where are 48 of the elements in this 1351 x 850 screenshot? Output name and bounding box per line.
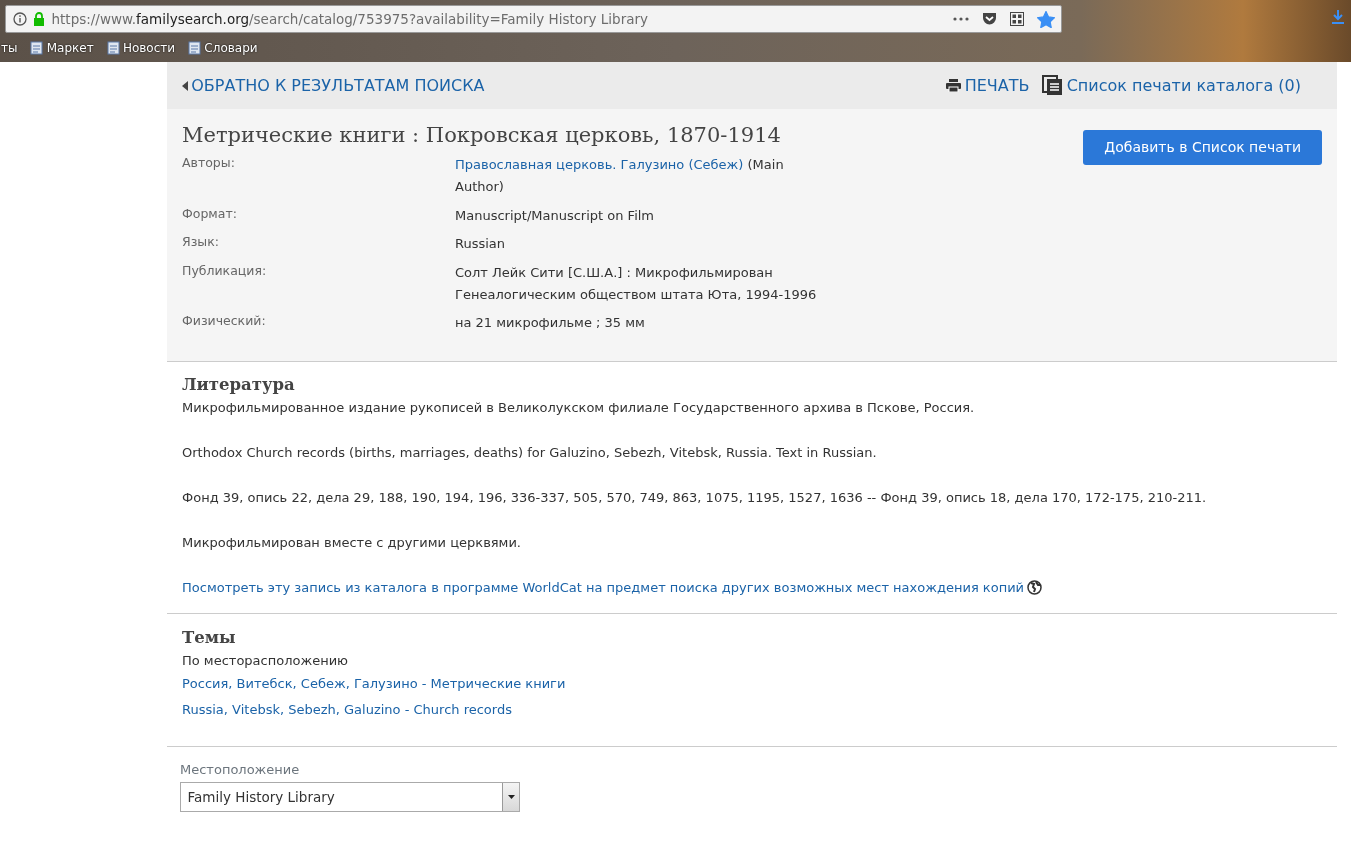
subject-link[interactable]: Russia, Vitebsk, Sebezh, Galuzino - Church records — [182, 702, 512, 718]
bookmark-link[interactable]: Словари — [188, 39, 258, 58]
field-value: Russian — [455, 235, 507, 254]
bookmark-link[interactable]: Новости — [106, 39, 176, 58]
back-link[interactable]: ОБРАТНО К РЕЗУЛЬТАТАМ ПОИСКА — [182, 73, 485, 98]
page-icon — [106, 41, 120, 56]
note-text: Фонд 39, опись 22, дела 29, 188, 190, 194, 196, 336-337, 505, 570, 749, 863, 1075, 1195, 1527, 1636 -- Фонд 39, опись 18, дела 170, 172-175, 210-211. — [182, 488, 1208, 507]
print-link[interactable]: ПЕЧАТЬ — [946, 73, 1030, 98]
field-label: Авторы: — [182, 154, 236, 173]
field-label: Язык: — [182, 233, 220, 252]
field-value: на 21 микрофильме ; 35 мм — [455, 314, 646, 333]
field-value: Manuscript/Manuscript on Film — [455, 206, 656, 225]
bookmark-link[interactable]: Маркет — [30, 39, 94, 58]
note-text: Микрофильмирован вместе с другими церквями. — [182, 533, 522, 552]
location-select[interactable]: Family History Library — [180, 782, 520, 813]
info-icon[interactable] — [12, 12, 27, 26]
dropdown-arrow-icon — [507, 795, 515, 800]
url-text[interactable]: https://www.familysearch.org/search/catalog/753975?availability=Family History Library — [51, 8, 946, 30]
section-heading: Темы — [182, 628, 237, 649]
field-value: Православная церковь. Галузино (Себеж) (Main Author) — [455, 156, 785, 197]
record-title: Метрические книги : Покровская церковь, 1870-1914 — [182, 123, 782, 149]
page-icon — [30, 41, 44, 56]
field-label: Публикация: — [182, 261, 268, 280]
address-bar[interactable]: https://www.familysearch.org/search/catalog/753975?availability=Family History Library — [5, 5, 1062, 33]
more-icon[interactable] — [952, 17, 969, 21]
printer-icon — [946, 79, 962, 92]
worldcat-link[interactable]: Посмотреть эту запись из каталога в программе WorldCat на предмет поиска других возможных мест нахождения копий — [182, 577, 1043, 598]
shield-icon[interactable] — [981, 12, 997, 26]
location-label: Местоположение — [180, 760, 301, 779]
print-list-link[interactable]: Список печати каталога (0) — [1042, 73, 1301, 98]
grid-icon[interactable] — [1009, 12, 1024, 26]
bookmark-star-icon[interactable] — [1036, 10, 1055, 28]
globe-icon — [1027, 580, 1043, 595]
add-to-print-list-button[interactable]: Добавить в Список печати — [1083, 129, 1322, 165]
field-label: Формат: — [182, 204, 238, 223]
note-text: Orthodox Church records (births, marriages, deaths) for Galuzino, Sebezh, Vitebsk, Russia. Text in Russian. — [182, 443, 878, 462]
bookmark-link[interactable]: ты — [1, 39, 18, 58]
lock-icon — [33, 12, 45, 26]
field-label: Физический: — [182, 312, 267, 331]
subject-category: По месторасположению — [182, 652, 350, 671]
author-link[interactable]: Православная церковь. Галузино (Себеж) — [455, 157, 744, 173]
page-icon — [188, 41, 202, 56]
section-heading: Литература — [182, 374, 296, 395]
subject-link[interactable]: Россия, Витебск, Себеж, Галузино - Метрические книги — [182, 676, 566, 692]
caret-left-icon — [182, 80, 188, 91]
field-value: Солт Лейк Сити [С.Ш.А.] : Микрофильмирован Генеалогическим обществом штата Юта, 1994-1996 — [455, 263, 818, 304]
note-text: Микрофильмированное издание рукописей в Великолукском филиале Государственного архива в Пскове, Россия. — [182, 398, 976, 417]
document-list-icon — [1042, 75, 1064, 96]
